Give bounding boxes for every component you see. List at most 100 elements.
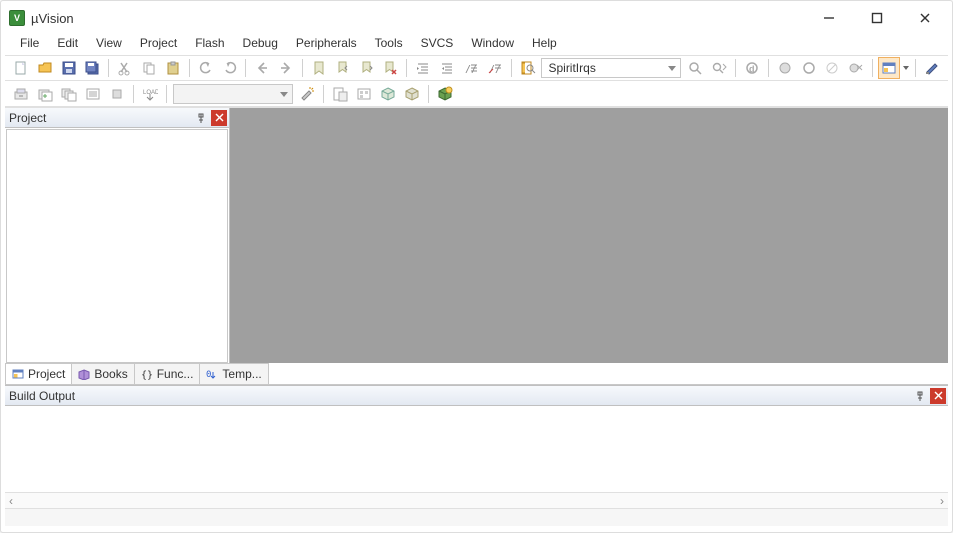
- project-window-button[interactable]: [878, 57, 900, 79]
- cut-button[interactable]: [114, 57, 136, 79]
- app-icon: [9, 10, 25, 26]
- outdent-button[interactable]: [436, 57, 458, 79]
- project-close-button[interactable]: [211, 110, 227, 126]
- bookmark-toggle-button[interactable]: [308, 57, 330, 79]
- save-all-button[interactable]: [81, 57, 103, 79]
- rebuild-button[interactable]: [58, 83, 80, 105]
- scroll-right-icon[interactable]: ›: [940, 494, 944, 508]
- file-ext-button[interactable]: [329, 83, 351, 105]
- books-tab-icon: [78, 368, 90, 380]
- separator: [511, 59, 512, 77]
- menu-flash[interactable]: Flash: [186, 33, 233, 53]
- menu-file[interactable]: File: [11, 33, 48, 53]
- indent-button[interactable]: [412, 57, 434, 79]
- tab-project[interactable]: Project: [5, 363, 72, 384]
- comment-button[interactable]: //: [460, 57, 482, 79]
- separator: [428, 85, 429, 103]
- breakpoint-insert-button[interactable]: [774, 57, 796, 79]
- separator: [166, 85, 167, 103]
- undo-button[interactable]: [195, 57, 217, 79]
- project-pin-button[interactable]: [193, 110, 209, 126]
- tab-project-label: Project: [28, 367, 65, 381]
- separator: [406, 59, 407, 77]
- output-pin-button[interactable]: [912, 388, 928, 404]
- svg-text://: //: [465, 64, 477, 75]
- manage-components-button[interactable]: [434, 83, 456, 105]
- menu-debug[interactable]: Debug: [234, 33, 287, 53]
- separator: [915, 59, 916, 77]
- separator: [302, 59, 303, 77]
- incremental-find-button[interactable]: [708, 57, 730, 79]
- build-button[interactable]: [34, 83, 56, 105]
- find-combo-text: SpiritIrqs: [548, 61, 595, 75]
- tab-books[interactable]: Books: [71, 363, 134, 384]
- close-button[interactable]: [912, 7, 938, 29]
- build-output-title: Build Output: [9, 389, 75, 403]
- nav-forward-button[interactable]: [275, 57, 297, 79]
- tab-functions-label: Func...: [157, 367, 194, 381]
- templates-tab-icon: 0: [206, 368, 218, 380]
- tab-functions[interactable]: {} Func...: [134, 363, 201, 384]
- breakpoint-disable-button[interactable]: [822, 57, 844, 79]
- separator: [108, 59, 109, 77]
- editor-area: [230, 108, 948, 364]
- save-button[interactable]: [58, 57, 80, 79]
- redo-button[interactable]: [219, 57, 241, 79]
- select-packs-button[interactable]: [377, 83, 399, 105]
- bookmark-clear-button[interactable]: [380, 57, 402, 79]
- breakpoint-kill-button[interactable]: [845, 57, 867, 79]
- maximize-button[interactable]: [864, 7, 890, 29]
- open-file-button[interactable]: [34, 57, 56, 79]
- svg-text:{}: {}: [141, 370, 153, 380]
- bookmark-next-button[interactable]: [356, 57, 378, 79]
- menu-peripherals[interactable]: Peripherals: [287, 33, 366, 53]
- output-scrollbar[interactable]: ‹ ›: [5, 492, 948, 508]
- target-combo[interactable]: [173, 84, 293, 104]
- batch-build-button[interactable]: [82, 83, 104, 105]
- build-output-body[interactable]: [5, 406, 948, 492]
- bookmark-prev-button[interactable]: [332, 57, 354, 79]
- paste-button[interactable]: [162, 57, 184, 79]
- project-panel: Project: [5, 108, 230, 364]
- project-tree[interactable]: [6, 129, 228, 363]
- configure-button[interactable]: [921, 57, 943, 79]
- toolbar-main: // // SpiritIrqs d: [5, 55, 948, 81]
- separator: [768, 59, 769, 77]
- copy-button[interactable]: [138, 57, 160, 79]
- find-in-files-button[interactable]: [517, 57, 539, 79]
- download-button[interactable]: LOAD: [139, 83, 161, 105]
- stop-build-button[interactable]: [106, 83, 128, 105]
- uncomment-button[interactable]: //: [484, 57, 506, 79]
- scroll-left-icon[interactable]: ‹: [9, 494, 13, 508]
- separator: [245, 59, 246, 77]
- build-output-header: Build Output: [5, 386, 948, 406]
- menu-view[interactable]: View: [87, 33, 131, 53]
- menu-tools[interactable]: Tools: [366, 33, 412, 53]
- menu-window[interactable]: Window: [462, 33, 523, 53]
- svg-text:0: 0: [206, 370, 211, 380]
- breakpoint-enable-button[interactable]: [798, 57, 820, 79]
- debug-button[interactable]: d: [741, 57, 763, 79]
- target-options-button[interactable]: [296, 83, 318, 105]
- find-combo[interactable]: SpiritIrqs: [541, 58, 681, 78]
- functions-tab-icon: {}: [141, 368, 153, 380]
- menu-edit[interactable]: Edit: [48, 33, 87, 53]
- tab-templates[interactable]: 0 Temp...: [199, 363, 268, 384]
- menu-project[interactable]: Project: [131, 33, 186, 53]
- menu-svcs[interactable]: SVCS: [412, 33, 463, 53]
- nav-back-button[interactable]: [251, 57, 273, 79]
- separator: [323, 85, 324, 103]
- translate-button[interactable]: [10, 83, 32, 105]
- project-panel-title: Project: [9, 111, 46, 125]
- project-window-dropdown[interactable]: [901, 57, 911, 79]
- new-file-button[interactable]: [10, 57, 32, 79]
- build-output-panel: Build Output ‹ ›: [5, 385, 948, 508]
- pack-installer-button[interactable]: [401, 83, 423, 105]
- menu-help[interactable]: Help: [523, 33, 566, 53]
- manage-rtos-button[interactable]: [353, 83, 375, 105]
- tab-books-label: Books: [94, 367, 127, 381]
- output-close-button[interactable]: [930, 388, 946, 404]
- minimize-button[interactable]: [816, 7, 842, 29]
- find-button[interactable]: [684, 57, 706, 79]
- project-panel-header: Project: [5, 108, 229, 128]
